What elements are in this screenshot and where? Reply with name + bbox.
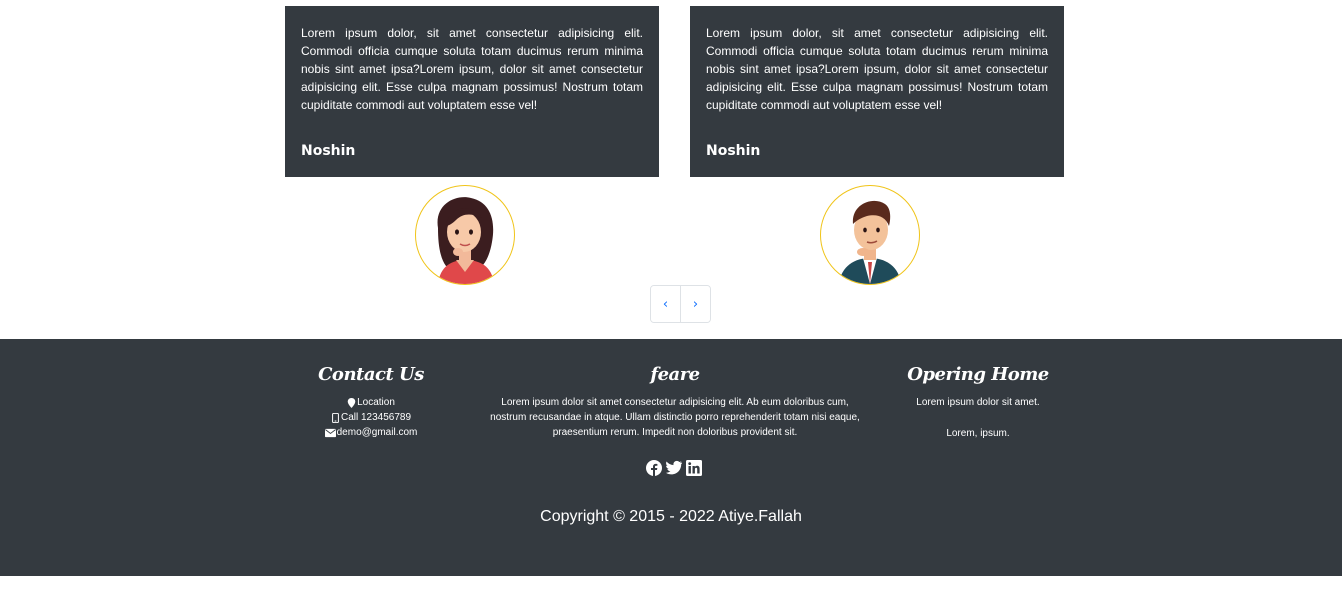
- envelope-icon: [324, 428, 336, 437]
- man-avatar: [820, 185, 920, 285]
- testimonial-text: Lorem ipsum dolor, sit amet consectetur …: [301, 26, 643, 112]
- testimonial-card: Lorem ipsum dolor, sit amet consectetur …: [690, 6, 1064, 177]
- testimonial-card: Lorem ipsum dolor, sit amet consectetur …: [285, 6, 659, 177]
- opening-column: Opering Home Lorem ipsum dolor sit amet.…: [898, 361, 1058, 441]
- linkedin-icon[interactable]: [686, 460, 702, 476]
- map-pin-icon: [347, 397, 356, 408]
- footer: Contact Us Location Call 123456789 demo@…: [0, 339, 1342, 576]
- facebook-icon[interactable]: [646, 460, 662, 476]
- twitter-icon[interactable]: [666, 460, 682, 476]
- phone-line: Call 123456789: [300, 410, 442, 425]
- page: Lorem ipsum dolor, sit amet consectetur …: [0, 0, 1342, 591]
- phone-text: Call 123456789: [340, 412, 412, 423]
- opening-heading: Opering Home: [907, 364, 1049, 385]
- testimonial-text: Lorem ipsum dolor, sit amet consectetur …: [706, 26, 1048, 112]
- opening-line-2: Lorem, ipsum.: [946, 428, 1010, 439]
- testimonial-author: Noshin: [301, 143, 356, 159]
- contact-heading: Contact Us: [318, 364, 424, 385]
- opening-spacer: [898, 410, 1058, 426]
- contact-column: Contact Us Location Call 123456789 demo@…: [300, 361, 442, 440]
- social-links: [646, 460, 702, 476]
- email-text: demo@gmail.com: [336, 427, 418, 438]
- testimonial-author: Noshin: [706, 143, 761, 159]
- carousel-pager: ‹ ›: [650, 285, 711, 323]
- phone-icon: [332, 412, 339, 423]
- feare-text: Lorem ipsum dolor sit amet consectetur a…: [490, 397, 860, 438]
- opening-line-1: Lorem ipsum dolor sit amet.: [916, 397, 1040, 408]
- feare-heading: feare: [650, 364, 700, 385]
- next-button[interactable]: ›: [680, 286, 710, 322]
- woman-avatar: [415, 185, 515, 285]
- feare-column: feare Lorem ipsum dolor sit amet consect…: [485, 361, 865, 440]
- email-line: demo@gmail.com: [300, 425, 442, 440]
- prev-button[interactable]: ‹: [651, 286, 680, 322]
- location-text: Location: [357, 397, 395, 408]
- copyright-text: Copyright © 2015 - 2022 Atiye.Fallah: [540, 508, 802, 525]
- location-line: Location: [300, 395, 442, 410]
